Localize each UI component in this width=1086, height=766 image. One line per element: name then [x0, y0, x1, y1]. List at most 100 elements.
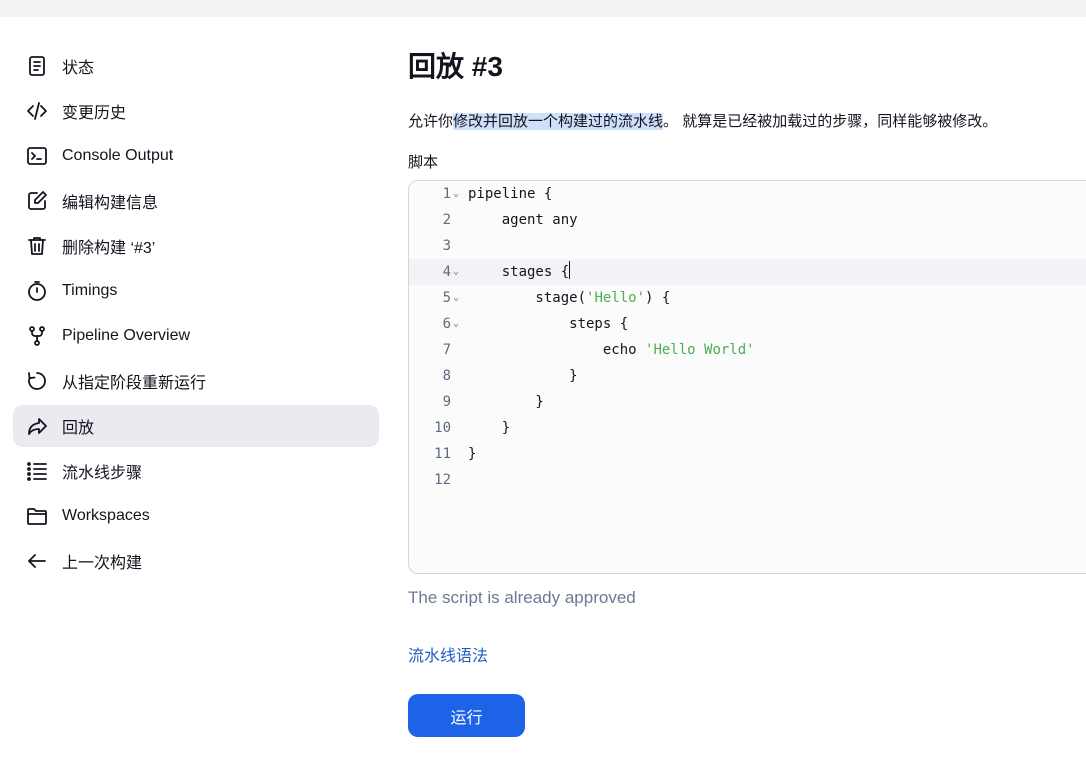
code-token: } [468, 394, 544, 410]
code-token: stages { [468, 264, 570, 280]
code-line[interactable]: 10 } [409, 415, 1086, 441]
sidebar-item-previous-build[interactable]: 上一次构建 [13, 540, 379, 582]
code-text: } [468, 441, 476, 467]
code-text: } [468, 415, 510, 441]
sidebar-item-timings[interactable]: Timings [13, 270, 379, 312]
sidebar-item-label: 变更历史 [62, 105, 127, 122]
code-text: } [468, 389, 544, 415]
replay-icon [24, 413, 50, 439]
sidebar-item-edit-build-info[interactable]: 编辑构建信息 [13, 180, 379, 222]
code-text: agent any [468, 207, 578, 233]
code-line[interactable]: 7 echo 'Hello World' [409, 337, 1086, 363]
arrow-left-icon [24, 548, 50, 574]
code-text: steps { [468, 311, 628, 337]
code-text: echo 'Hello World' [468, 337, 755, 363]
sidebar-item-pipeline-steps[interactable]: 流水线步骤 [13, 450, 379, 492]
sidebar-item-label: Workspaces [62, 507, 150, 524]
sidebar-item-replay[interactable]: 回放 [13, 405, 379, 447]
sidebar-item-label: 从指定阶段重新运行 [62, 375, 207, 392]
code-string: 'Hello' [586, 290, 646, 306]
code-line[interactable]: 2 agent any [409, 207, 1086, 233]
page-title: 回放 #3 [408, 51, 503, 82]
code-token: stage( [468, 290, 587, 306]
line-number: 9 [442, 394, 451, 410]
code-token: agent any [468, 212, 578, 228]
sidebar-item-label: 流水线步骤 [62, 465, 143, 482]
sidebar-item-restart-from-stage[interactable]: 从指定阶段重新运行 [13, 360, 379, 402]
code-line[interactable]: 12 [409, 467, 1086, 493]
text-cursor [569, 261, 571, 279]
code-line[interactable]: 9 } [409, 389, 1086, 415]
code-line[interactable]: 8 } [409, 363, 1086, 389]
line-number: 6 [442, 316, 451, 332]
sidebar-item-label: Timings [62, 282, 118, 299]
description-prefix: 允许你 [408, 113, 454, 130]
fold-chevron-icon[interactable]: ⌄ [453, 181, 459, 207]
document-icon [24, 53, 50, 79]
line-number: 3 [442, 238, 451, 254]
description-highlight: 修改并回放一个构建过的流水线 [453, 113, 664, 130]
code-line[interactable]: 3 [409, 233, 1086, 259]
line-number: 7 [442, 342, 451, 358]
code-text: stages { [468, 259, 571, 285]
sidebar-item-status[interactable]: 状态 [13, 45, 379, 87]
sidebar-item-console-output[interactable]: Console Output [13, 135, 379, 177]
fold-chevron-icon[interactable]: ⌄ [453, 285, 459, 311]
sidebar-item-delete-build[interactable]: 删除构建 ‘#3’ [13, 225, 379, 267]
trash-icon [24, 233, 50, 259]
sidebar-item-label: 删除构建 ‘#3’ [62, 240, 156, 257]
code-line[interactable]: 5 ⌄ stage('Hello') { [409, 285, 1086, 311]
sidebar-item-changes[interactable]: 变更历史 [13, 90, 379, 132]
code-line[interactable]: 6 ⌄ steps { [409, 311, 1086, 337]
page-description: 允许你修改并回放一个构建过的流水线。 就算是已经被加载过的步骤，同样能够被修改。 [408, 110, 997, 131]
code-line[interactable]: 1 ⌄ pipeline { [409, 181, 1086, 207]
sidebar-item-label: 回放 [62, 420, 95, 437]
top-bar [0, 0, 1086, 17]
sidebar-item-label: Console Output [62, 147, 174, 164]
code-token: } [468, 368, 578, 384]
code-text: } [468, 363, 578, 389]
restart-icon [24, 368, 50, 394]
code-token: steps { [468, 316, 629, 332]
sidebar-item-workspaces[interactable]: Workspaces [13, 495, 379, 537]
stopwatch-icon [24, 278, 50, 304]
sidebar-item-label: 编辑构建信息 [62, 195, 159, 212]
script-editor[interactable]: 1 ⌄ pipeline {2 agent any 3 4 ⌄ stages {5 ⌄ st… [408, 180, 1086, 574]
run-button[interactable]: 运行 [408, 694, 525, 737]
terminal-icon [24, 143, 50, 169]
sidebar-item-pipeline-overview[interactable]: Pipeline Overview [13, 315, 379, 357]
code-token: } [468, 446, 477, 462]
fold-chevron-icon[interactable]: ⌄ [453, 259, 459, 285]
sidebar-item-label: 状态 [62, 60, 95, 77]
code-icon [24, 98, 50, 124]
sidebar: 状态 变更历史 Console Output 编辑构建信息 删除构建 ‘#3’ … [13, 45, 379, 585]
fold-chevron-icon[interactable]: ⌄ [453, 311, 459, 337]
branch-icon [24, 323, 50, 349]
line-number: 8 [442, 368, 451, 384]
code-string: 'Hello World' [645, 342, 755, 358]
pipeline-syntax-link[interactable]: 流水线语法 [408, 642, 488, 666]
code-line[interactable]: 11} [409, 441, 1086, 467]
code-token: ) { [645, 290, 671, 306]
code-token: } [468, 420, 511, 436]
line-number: 5 [442, 290, 451, 306]
script-label: 脚本 [408, 154, 439, 171]
line-number: 2 [442, 212, 451, 228]
list-icon [24, 458, 50, 484]
code-line[interactable]: 4 ⌄ stages { [409, 259, 1086, 285]
sidebar-item-label: Pipeline Overview [62, 327, 191, 344]
folder-icon [24, 503, 50, 529]
line-number: 12 [434, 472, 451, 488]
sidebar-item-label: 上一次构建 [62, 555, 143, 572]
code-text: pipeline { [468, 181, 552, 207]
code-token: echo [468, 342, 646, 358]
code-token: pipeline { [468, 186, 553, 202]
line-number: 4 [442, 264, 451, 280]
line-number: 1 [442, 186, 451, 202]
line-number: 10 [434, 420, 451, 436]
line-number: 11 [434, 446, 451, 462]
code-text: stage('Hello') { [468, 285, 670, 311]
edit-icon [24, 188, 50, 214]
description-suffix: 。 就算是已经被加载过的步骤，同样能够被修改。 [663, 113, 998, 130]
approval-status: The script is already approved [408, 588, 636, 607]
